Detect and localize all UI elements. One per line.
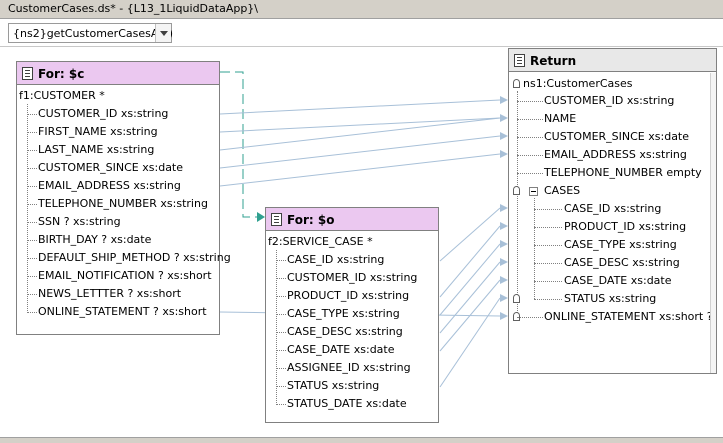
for-o-panel[interactable]: For: $o f2:SERVICE_CASE * CASE_ID xs:str…: [265, 207, 439, 423]
return-root[interactable]: ns1:CustomerCases: [523, 77, 633, 91]
for-o-title: For: $o: [287, 213, 335, 227]
map-customer-id[interactable]: [219, 99, 501, 115]
return-cases[interactable]: CASES: [544, 184, 580, 198]
for-c-field[interactable]: LAST_NAME xs:string: [38, 143, 154, 157]
for-o-field[interactable]: CASE_TYPE xs:string: [287, 307, 400, 321]
return-case-field[interactable]: CASE_DESC xs:string: [564, 256, 680, 270]
for-o-field[interactable]: CASE_DATE xs:date: [287, 343, 395, 357]
for-o-field[interactable]: CASE_DESC xs:string: [287, 325, 403, 339]
element-node-icon: [513, 294, 520, 303]
for-c-field[interactable]: FIRST_NAME xs:string: [38, 125, 158, 139]
for-c-field[interactable]: DEFAULT_SHIP_METHOD ? xs:string: [38, 251, 231, 265]
for-o-field[interactable]: ASSIGNEE_ID xs:string: [287, 361, 411, 375]
return-panel[interactable]: Return ns1:CustomerCases CUSTOMER_ID xs:…: [508, 48, 717, 374]
for-o-field[interactable]: CUSTOMER_ID xs:string: [287, 271, 417, 285]
vertical-scrollbar[interactable]: [710, 73, 716, 373]
for-c-header[interactable]: For: $c: [17, 62, 219, 85]
return-field[interactable]: NAME: [544, 112, 576, 126]
return-field[interactable]: ONLINE_STATEMENT xs:short ?: [544, 310, 713, 324]
for-c-panel[interactable]: For: $c f1:CUSTOMER * CUSTOMER_ID xs:str…: [16, 61, 231, 335]
element-node-icon: [513, 79, 520, 88]
for-o-header[interactable]: For: $o: [266, 208, 438, 231]
for-c-title: For: $c: [38, 67, 85, 81]
for-c-field[interactable]: BIRTH_DAY ? xs:date: [38, 233, 151, 247]
for-o-field[interactable]: STATUS_DATE xs:date: [287, 397, 407, 411]
for-o-field[interactable]: CASE_ID xs:string: [287, 253, 384, 267]
for-c-field[interactable]: NEWS_LETTTER ? xs:short: [38, 287, 181, 301]
nesting-link[interactable]: [220, 71, 257, 218]
map-last-name[interactable]: [219, 117, 501, 151]
for-c-field[interactable]: SSN ? xs:string: [38, 215, 121, 229]
return-case-field[interactable]: CASE_TYPE xs:string: [564, 238, 677, 252]
element-node-icon: [513, 186, 520, 195]
document-icon: [271, 213, 282, 226]
return-field[interactable]: EMAIL_ADDRESS xs:string: [544, 148, 687, 162]
map-product-id[interactable]: [439, 225, 501, 298]
return-field[interactable]: CUSTOMER_SINCE xs:date: [544, 130, 689, 144]
return-case-field[interactable]: PRODUCT_ID xs:string: [564, 220, 686, 234]
for-c-field[interactable]: EMAIL_NOTIFICATION ? xs:short: [38, 269, 212, 283]
return-title: Return: [530, 54, 577, 68]
for-c-field[interactable]: EMAIL_ADDRESS xs:string: [38, 179, 181, 193]
for-c-field[interactable]: ONLINE_STATEMENT ? xs:short: [38, 305, 207, 319]
for-c-field[interactable]: TELEPHONE_NUMBER xs:string: [38, 197, 208, 211]
for-o-field[interactable]: STATUS xs:string: [287, 379, 379, 393]
return-header[interactable]: Return: [509, 49, 716, 72]
collapse-toggle[interactable]: [529, 187, 538, 196]
for-c-root[interactable]: f1:CUSTOMER *: [19, 89, 105, 103]
for-c-field[interactable]: CUSTOMER_ID xs:string: [38, 107, 168, 121]
return-case-field[interactable]: STATUS xs:string: [564, 292, 656, 306]
bottom-edge: [0, 437, 723, 443]
map-customer-since[interactable]: [219, 135, 501, 169]
for-o-root[interactable]: f2:SERVICE_CASE *: [268, 235, 373, 249]
return-field[interactable]: TELEPHONE_NUMBER empty: [544, 166, 702, 180]
return-case-field[interactable]: CASE_DATE xs:date: [564, 274, 672, 288]
map-email-address[interactable]: [219, 153, 501, 187]
for-c-field[interactable]: CUSTOMER_SINCE xs:date: [38, 161, 183, 175]
map-case-type[interactable]: [439, 243, 501, 316]
nesting-arrowhead: [257, 212, 265, 222]
document-icon: [514, 54, 525, 67]
for-o-field[interactable]: PRODUCT_ID xs:string: [287, 289, 409, 303]
return-field[interactable]: CUSTOMER_ID xs:string: [544, 94, 674, 108]
map-first-name[interactable]: [219, 117, 501, 133]
map-case-desc[interactable]: [439, 261, 501, 334]
return-case-field[interactable]: CASE_ID xs:string: [564, 202, 661, 216]
map-status[interactable]: [439, 297, 501, 388]
map-case-id[interactable]: [439, 207, 501, 262]
document-icon: [22, 67, 33, 80]
